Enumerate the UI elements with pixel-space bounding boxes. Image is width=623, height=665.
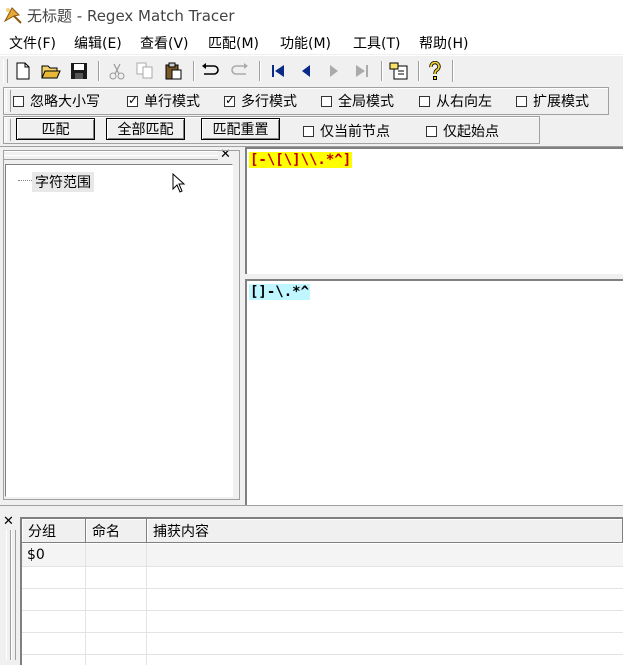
- toolbar-separator: [381, 61, 383, 81]
- toolbar-grip[interactable]: [3, 59, 8, 83]
- close-results-icon[interactable]: ✕: [3, 514, 14, 529]
- right-to-left-checkbox[interactable]: 从右向左: [419, 91, 492, 111]
- tree-connector: [18, 180, 32, 181]
- test-text-editor[interactable]: []-\.*^: [245, 279, 623, 505]
- column-header-capture[interactable]: 捕获内容: [147, 519, 623, 543]
- copy-icon[interactable]: [134, 60, 156, 82]
- next-icon[interactable]: [323, 60, 345, 82]
- grid-line: [22, 654, 623, 655]
- menu-bar: 文件(F) 编辑(E) 查看(V) 匹配(M) 功能(M) 工具(T) 帮助(H…: [0, 30, 623, 54]
- global-mode-checkbox[interactable]: 全局模式: [321, 91, 394, 111]
- ignore-case-box[interactable]: [13, 95, 24, 107]
- multi-line-checkbox[interactable]: 多行模式: [224, 91, 297, 111]
- tree-node[interactable]: 字符范围: [32, 172, 94, 192]
- menu-edit[interactable]: 编辑(E): [74, 33, 122, 53]
- pattern-text[interactable]: [-\[\]\\.*^]: [249, 152, 353, 168]
- insert-icon[interactable]: [388, 60, 410, 82]
- extended-mode-checkbox[interactable]: 扩展模式: [516, 91, 589, 111]
- toolbar: [0, 55, 623, 87]
- single-line-checkbox[interactable]: 单行模式: [127, 91, 200, 111]
- menu-help[interactable]: 帮助(H): [419, 33, 468, 53]
- right-to-left-box[interactable]: [419, 95, 430, 107]
- actions-grip[interactable]: [6, 119, 11, 141]
- redo-icon[interactable]: [228, 60, 250, 82]
- grid-line: [85, 543, 86, 665]
- grid-line: [22, 588, 623, 589]
- table-row[interactable]: $0: [22, 544, 623, 566]
- bottom-divider: [0, 505, 623, 506]
- undo-icon[interactable]: [200, 60, 222, 82]
- grid-line: [22, 610, 623, 611]
- menu-match[interactable]: 匹配(M): [208, 33, 259, 53]
- menu-file[interactable]: 文件(F): [9, 33, 56, 53]
- menu-function[interactable]: 功能(M): [280, 33, 331, 53]
- menu-view[interactable]: 查看(V): [140, 33, 189, 53]
- tree-view[interactable]: 字符范围: [5, 164, 233, 497]
- grid-line: [22, 632, 623, 633]
- window-title: 无标题 - Regex Match Tracer: [27, 7, 235, 25]
- match-button[interactable]: 匹配: [16, 118, 95, 140]
- first-icon[interactable]: [267, 60, 289, 82]
- results-table[interactable]: 分组 命名 捕获内容 $0: [20, 517, 623, 665]
- match-reset-button[interactable]: 匹配重置: [201, 118, 280, 140]
- title-bar[interactable]: 无标题 - Regex Match Tracer: [0, 0, 623, 30]
- cut-icon[interactable]: [106, 60, 128, 82]
- previous-icon[interactable]: [295, 60, 317, 82]
- grid-line: [22, 566, 623, 567]
- results-grip[interactable]: [11, 530, 16, 660]
- column-header-name[interactable]: 命名: [86, 519, 147, 543]
- current-node-only-box[interactable]: [303, 125, 314, 137]
- app-icon: [3, 7, 22, 24]
- multi-line-box[interactable]: [224, 93, 235, 107]
- current-node-only-checkbox[interactable]: 仅当前节点: [303, 121, 390, 141]
- toolbar-separator: [98, 61, 100, 81]
- new-file-icon[interactable]: [12, 60, 34, 82]
- toolbar-separator: [193, 61, 195, 81]
- mouse-cursor-icon: [172, 173, 186, 193]
- toolbar-separator: [418, 61, 420, 81]
- extended-mode-box[interactable]: [516, 95, 527, 107]
- paste-icon[interactable]: [162, 60, 184, 82]
- help-icon[interactable]: [424, 60, 446, 82]
- grid-line: [146, 543, 147, 665]
- menu-tools[interactable]: 工具(T): [353, 33, 400, 53]
- global-mode-box[interactable]: [321, 95, 332, 107]
- ignore-case-checkbox[interactable]: 忽略大小写: [13, 91, 100, 111]
- toolbar-separator: [259, 61, 261, 81]
- save-icon[interactable]: [68, 60, 90, 82]
- start-only-checkbox[interactable]: 仅起始点: [426, 121, 499, 141]
- options-grip[interactable]: [6, 90, 11, 112]
- match-all-button[interactable]: 全部匹配: [106, 118, 185, 140]
- column-header-group[interactable]: 分组: [22, 519, 86, 543]
- single-line-box[interactable]: [127, 93, 138, 107]
- pattern-editor[interactable]: [-\[\]\\.*^]: [245, 147, 623, 274]
- toolbar-end-separator: [452, 60, 454, 82]
- open-folder-icon[interactable]: [40, 60, 62, 82]
- start-only-box[interactable]: [426, 125, 437, 137]
- test-text[interactable]: []-\.*^: [249, 284, 311, 300]
- last-icon[interactable]: [351, 60, 373, 82]
- row-group-cell: $0: [27, 547, 45, 563]
